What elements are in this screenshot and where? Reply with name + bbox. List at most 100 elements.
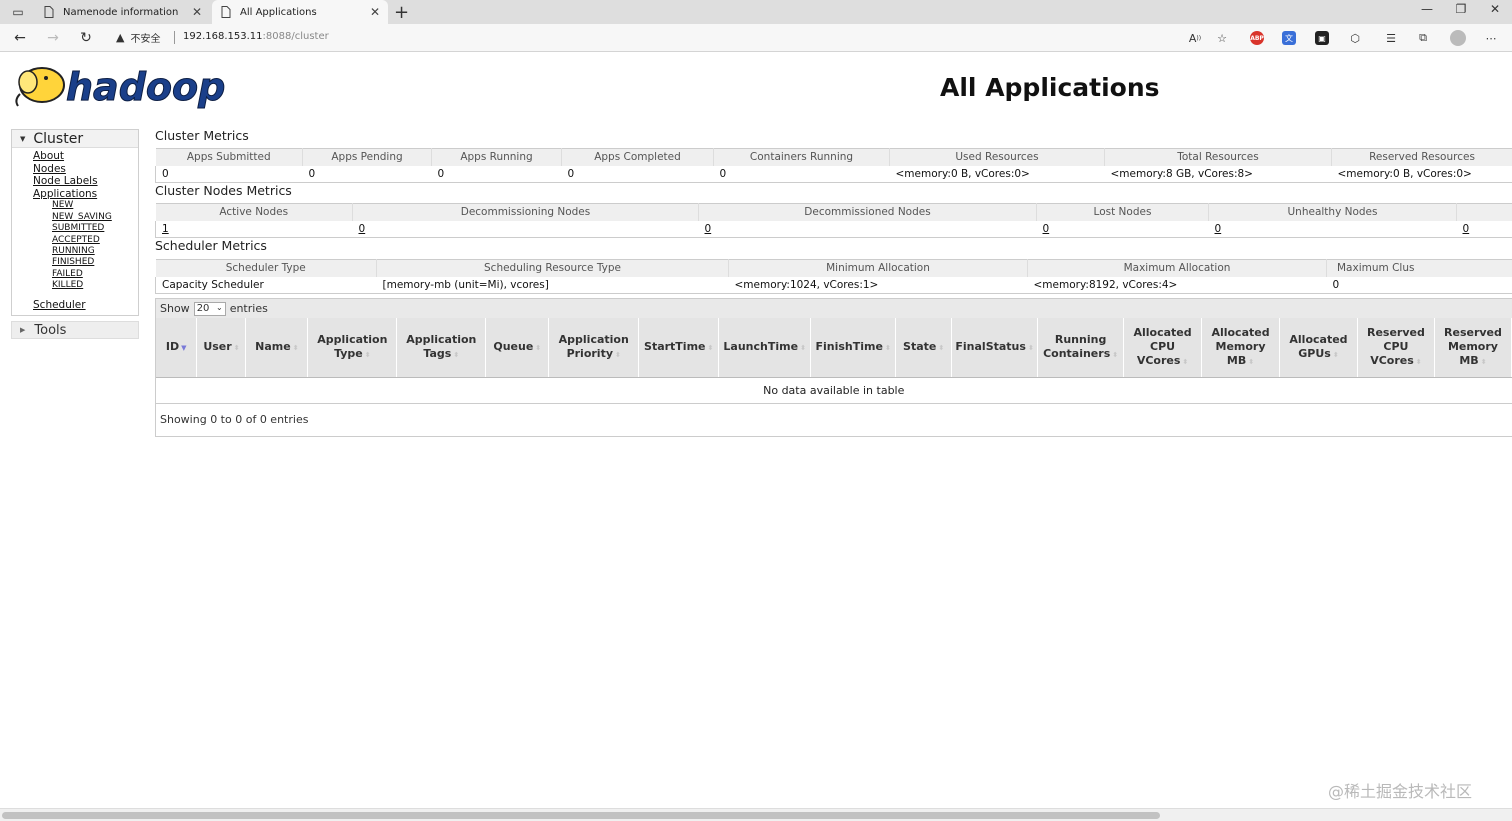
- column-header-sortable[interactable]: Queue ⬍: [485, 318, 550, 378]
- sidebar-state-killed[interactable]: KILLED: [52, 280, 138, 291]
- sort-icon: ⬍: [1332, 350, 1339, 359]
- scheduler-metrics-title: Scheduler Metrics: [155, 238, 267, 253]
- cluster-metrics-title: Cluster Metrics: [155, 128, 249, 143]
- column-header-label: Allocated: [1133, 325, 1192, 339]
- cluster-section-header[interactable]: ▼ Cluster: [12, 130, 138, 148]
- tools-section-header[interactable]: ▶ Tools: [11, 321, 139, 340]
- column-header-label: CPU: [1150, 339, 1176, 353]
- sidebar-state-submitted[interactable]: SUBMITTED: [52, 223, 138, 234]
- lost-nodes-link[interactable]: 0: [1036, 220, 1209, 238]
- table-header-row: Scheduler Type Scheduling Resource Type …: [155, 259, 1512, 277]
- close-icon[interactable]: ✕: [370, 5, 380, 19]
- sidebar-state-failed[interactable]: FAILED: [52, 269, 138, 280]
- page-size-select[interactable]: 20 ⌄: [193, 301, 226, 316]
- column-header-label: Queue: [493, 339, 534, 353]
- new-tab-icon[interactable]: +: [394, 2, 409, 23]
- hadoop-logo[interactable]: hadoop: [12, 58, 234, 110]
- column-header-sortable[interactable]: Application Tags ⬍: [396, 318, 487, 378]
- sidebar-state-running[interactable]: RUNNING: [52, 246, 138, 257]
- column-header-label: Tags: [423, 346, 452, 360]
- column-header-sortable[interactable]: Reserved CPU VCores ⬍: [1357, 318, 1435, 378]
- column-header: Active Nodes: [155, 203, 353, 221]
- favorites-icon[interactable]: ☰: [1382, 29, 1400, 47]
- column-header: Minimum Allocation: [728, 259, 1028, 277]
- column-header-label: Application: [558, 332, 629, 346]
- sort-icon: ⬍: [1182, 357, 1189, 366]
- column-header-label: Reserved: [1366, 325, 1425, 339]
- watermark-text: @稀土掘金技术社区: [1328, 782, 1473, 801]
- more-options-icon[interactable]: ⋯: [1482, 29, 1500, 47]
- sort-icon: ⬍: [1480, 357, 1487, 366]
- column-header: Scheduling Resource Type: [376, 259, 729, 277]
- sort-icon: ⬍: [1248, 357, 1255, 366]
- minimize-icon[interactable]: —: [1412, 2, 1442, 16]
- sidebar-state-new-saving[interactable]: NEW_SAVING: [52, 212, 138, 223]
- column-header-sortable[interactable]: Application Priority ⬍: [548, 318, 640, 378]
- column-header-label: Type: [334, 346, 363, 360]
- read-aloud-icon[interactable]: A)): [1186, 29, 1204, 47]
- collections-icon[interactable]: ⧉: [1414, 29, 1432, 47]
- entries-label: entries: [229, 302, 268, 315]
- column-header-label: Priority: [566, 346, 614, 360]
- column-header-sortable[interactable]: State ⬍: [895, 318, 953, 378]
- sidebar-link-node-labels[interactable]: Node Labels: [33, 175, 138, 188]
- column-header-sortable[interactable]: LaunchTime ⬍: [718, 318, 812, 378]
- sidebar-state-accepted[interactable]: ACCEPTED: [52, 235, 138, 246]
- column-header-sortable[interactable]: Allocated Memory MB ⬍: [1201, 318, 1280, 378]
- column-header-sortable[interactable]: User ⬍: [196, 318, 247, 378]
- total-resources-value: <memory:8 GB, vCores:8>: [1104, 165, 1332, 183]
- reserved-resources-value: <memory:0 B, vCores:0>: [1331, 165, 1512, 183]
- sidebar-link-applications[interactable]: Applications: [33, 188, 138, 201]
- column-header: Scheduler Type: [155, 259, 377, 277]
- column-header-label: MB: [1226, 353, 1247, 367]
- horizontal-scrollbar[interactable]: [0, 808, 1512, 821]
- decommissioned-nodes-link[interactable]: 0: [698, 220, 1037, 238]
- column-header-sortable[interactable]: Allocated CPU VCores ⬍: [1123, 318, 1203, 378]
- sidebar-link-about[interactable]: About: [33, 150, 138, 163]
- security-indicator[interactable]: ▲ 不安全: [116, 30, 160, 45]
- extension-icon[interactable]: ▣: [1315, 31, 1329, 45]
- browser-tab-namenode[interactable]: Namenode information ✕: [35, 0, 210, 24]
- application-states: NEW NEW_SAVING SUBMITTED ACCEPTED RUNNIN…: [33, 200, 138, 291]
- column-header: Containers Running: [713, 148, 890, 166]
- adblock-icon[interactable]: ABP: [1250, 31, 1264, 45]
- back-icon[interactable]: ←: [10, 28, 30, 48]
- translate-icon[interactable]: 文: [1282, 31, 1296, 45]
- column-header-sortable[interactable]: StartTime ⬍: [638, 318, 720, 378]
- sidebar-link-scheduler[interactable]: Scheduler: [33, 299, 138, 312]
- column-header-sortable[interactable]: Allocated GPUs ⬍: [1279, 318, 1358, 378]
- column-header-sortable[interactable]: FinishTime ⬍: [810, 318, 897, 378]
- sort-icon: ⬍: [800, 343, 806, 352]
- tab-actions-icon[interactable]: ▭: [9, 3, 27, 21]
- sidebar-state-finished[interactable]: FINISHED: [52, 257, 138, 268]
- extensions-puzzle-icon[interactable]: ⬡: [1346, 29, 1364, 47]
- column-header-sortable[interactable]: Running Containers ⬍: [1037, 318, 1125, 378]
- column-header-sortable[interactable]: Application Type ⬍: [307, 318, 398, 378]
- url-field[interactable]: 192.168.153.11:8088/cluster: [183, 31, 329, 42]
- scrollbar-thumb[interactable]: [2, 812, 1160, 819]
- refresh-icon[interactable]: ↻: [76, 28, 96, 48]
- decommissioning-nodes-link[interactable]: 0: [352, 220, 699, 238]
- close-window-icon[interactable]: ✕: [1480, 2, 1510, 16]
- column-header: Apps Submitted: [155, 148, 303, 166]
- column-header-sortable[interactable]: Reserved Memory MB ⬍: [1434, 318, 1512, 378]
- sidebar-state-new[interactable]: NEW: [52, 200, 138, 211]
- column-header-sortable[interactable]: ID ▼: [156, 318, 198, 378]
- column-header-label: User: [203, 339, 232, 353]
- maximize-icon[interactable]: ❐: [1446, 2, 1476, 16]
- sort-icon: ⬍: [535, 343, 542, 352]
- truncated-nodes-link[interactable]: 0: [1456, 220, 1512, 238]
- browser-tab-all-applications[interactable]: All Applications ✕: [212, 0, 388, 24]
- column-header-sortable[interactable]: Name ⬍: [245, 318, 309, 378]
- apps-submitted-value: 0: [155, 165, 303, 183]
- column-header-label: FinalStatus: [955, 339, 1026, 353]
- close-icon[interactable]: ✕: [192, 5, 202, 19]
- scheduler-metrics-table: Scheduler Type Scheduling Resource Type …: [155, 259, 1512, 294]
- column-header-sortable[interactable]: FinalStatus ⬍: [951, 318, 1039, 378]
- favorite-add-icon[interactable]: ☆: [1213, 29, 1231, 47]
- profile-avatar[interactable]: [1450, 30, 1466, 46]
- active-nodes-link[interactable]: 1: [155, 220, 353, 238]
- unhealthy-nodes-link[interactable]: 0: [1208, 220, 1457, 238]
- sidebar-link-nodes[interactable]: Nodes: [33, 163, 138, 176]
- forward-icon[interactable]: →: [43, 28, 63, 48]
